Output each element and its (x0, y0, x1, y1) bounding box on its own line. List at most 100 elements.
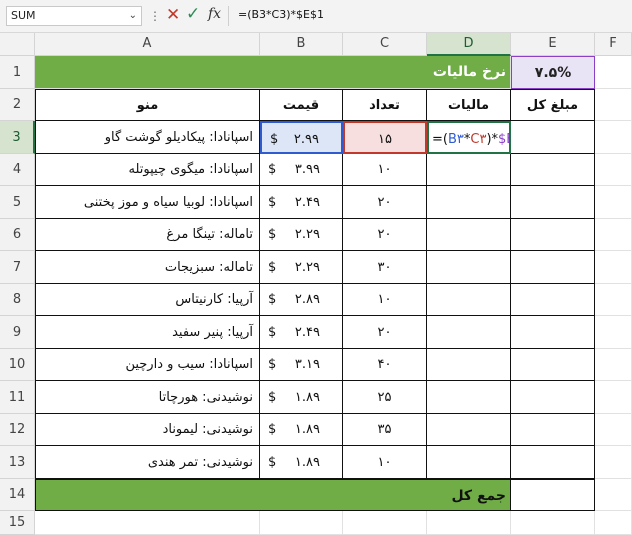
cell-f[interactable] (595, 154, 632, 186)
tax-cell[interactable] (427, 316, 511, 349)
price-cell[interactable]: $۳.۱۹ (260, 349, 343, 381)
total-cell[interactable] (511, 316, 595, 349)
row-header-2[interactable]: 2 (0, 89, 35, 121)
item-name-cell[interactable]: آرپیا: کارنیتاس (35, 284, 260, 316)
item-name-cell[interactable]: آرپیا: پنیر سفید (35, 316, 260, 349)
item-name-cell[interactable]: اسپانادا: پیکادیلو گوشت گاو (35, 121, 260, 154)
item-name-cell[interactable]: نوشیدنی: هورچاتا (35, 381, 260, 414)
cell-f2[interactable] (595, 89, 632, 121)
name-box[interactable]: SUM ⌄ (6, 6, 142, 26)
total-cell[interactable] (511, 121, 595, 154)
row-header-8[interactable]: 8 (0, 284, 35, 316)
item-name-cell[interactable]: تاماله: سبزیجات (35, 251, 260, 284)
price-cell[interactable]: $۲.۴۹ (260, 186, 343, 219)
column-header-c[interactable]: C (343, 33, 427, 56)
cell-f[interactable] (595, 349, 632, 381)
row-header-1[interactable]: 1 (0, 56, 35, 89)
qty-cell[interactable]: ۲۵ (343, 381, 427, 414)
grand-total-label[interactable]: جمع کل (35, 479, 511, 511)
row-header-4[interactable]: 4 (0, 154, 35, 186)
cell-f14[interactable] (595, 479, 632, 511)
cell-f[interactable] (595, 284, 632, 316)
grand-total-cell[interactable] (511, 479, 595, 511)
cell-f15[interactable] (595, 511, 632, 535)
row-header-9[interactable]: 9 (0, 316, 35, 349)
item-name-cell[interactable]: نوشیدنی: لیموناد (35, 414, 260, 446)
item-name-cell[interactable]: نوشیدنی: تمر هندی (35, 446, 260, 479)
tax-cell[interactable] (427, 186, 511, 219)
more-options-icon[interactable]: ⋮ (149, 9, 161, 23)
row-header-12[interactable]: 12 (0, 414, 35, 446)
qty-cell[interactable]: ۳۰ (343, 251, 427, 284)
item-name-cell[interactable]: اسپانادا: میگوی چیپوتله (35, 154, 260, 186)
cell-f[interactable] (595, 219, 632, 251)
header-total[interactable]: مبلغ کل (511, 89, 595, 121)
qty-cell[interactable]: ۲۰ (343, 186, 427, 219)
qty-cell-c3[interactable]: ۱۵ (343, 121, 427, 154)
tax-rate-label[interactable]: نرخ مالیات (35, 56, 511, 89)
tax-cell[interactable] (427, 219, 511, 251)
tax-rate-cell[interactable]: ۷.۵% (511, 56, 595, 89)
qty-cell[interactable]: ۲۰ (343, 219, 427, 251)
qty-cell[interactable]: ۱۰ (343, 284, 427, 316)
tax-cell[interactable] (427, 284, 511, 316)
cell-f[interactable] (595, 186, 632, 219)
price-cell[interactable]: $۲.۲۹ (260, 219, 343, 251)
price-cell[interactable]: $۳.۹۹ (260, 154, 343, 186)
qty-cell[interactable]: ۴۰ (343, 349, 427, 381)
header-tax[interactable]: مالیات (427, 89, 511, 121)
cell-f1[interactable] (595, 56, 632, 89)
cell-f[interactable] (595, 381, 632, 414)
price-cell[interactable]: $۱.۸۹ (260, 414, 343, 446)
price-cell[interactable]: $۱.۸۹ (260, 381, 343, 414)
price-cell-b3[interactable]: $ ۲.۹۹ (260, 121, 343, 154)
total-cell[interactable] (511, 284, 595, 316)
chevron-down-icon[interactable]: ⌄ (129, 7, 137, 25)
column-header-f[interactable]: F (595, 33, 632, 56)
row-header-7[interactable]: 7 (0, 251, 35, 284)
cell-d15[interactable] (427, 511, 511, 535)
select-all-corner[interactable] (0, 33, 35, 56)
column-header-d[interactable]: D (427, 33, 511, 56)
cell-a15[interactable] (35, 511, 260, 535)
cell-f3[interactable] (595, 121, 632, 154)
price-cell[interactable]: $۱.۸۹ (260, 446, 343, 479)
insert-function-icon[interactable]: fx (208, 6, 221, 22)
cell-c15[interactable] (343, 511, 427, 535)
cancel-icon[interactable]: ✕ (166, 5, 180, 25)
enter-icon[interactable]: ✓ (186, 4, 200, 24)
row-header-15[interactable]: 15 (0, 511, 35, 535)
cell-f[interactable] (595, 414, 632, 446)
cell-f[interactable] (595, 251, 632, 284)
cell-f[interactable] (595, 316, 632, 349)
total-cell[interactable] (511, 251, 595, 284)
tax-cell[interactable] (427, 414, 511, 446)
total-cell[interactable] (511, 446, 595, 479)
column-header-b[interactable]: B (260, 33, 343, 56)
cell-b15[interactable] (260, 511, 343, 535)
qty-cell[interactable]: ۱۰ (343, 446, 427, 479)
header-price[interactable]: قیمت (260, 89, 343, 121)
total-cell[interactable] (511, 349, 595, 381)
tax-cell[interactable] (427, 446, 511, 479)
tax-cell[interactable] (427, 251, 511, 284)
total-cell[interactable] (511, 219, 595, 251)
total-cell[interactable] (511, 414, 595, 446)
price-cell[interactable]: $۲.۴۹ (260, 316, 343, 349)
header-qty[interactable]: تعداد (343, 89, 427, 121)
cell-e15[interactable] (511, 511, 595, 535)
price-cell[interactable]: $۲.۲۹ (260, 251, 343, 284)
qty-cell[interactable]: ۱۰ (343, 154, 427, 186)
row-header-10[interactable]: 10 (0, 349, 35, 381)
cell-f[interactable] (595, 446, 632, 479)
total-cell[interactable] (511, 154, 595, 186)
qty-cell[interactable]: ۳۵ (343, 414, 427, 446)
column-header-e[interactable]: E (511, 33, 595, 56)
tax-cell[interactable] (427, 381, 511, 414)
item-name-cell[interactable]: اسپانادا: لوبیا سیاه و موز پختنی (35, 186, 260, 219)
item-name-cell[interactable]: تاماله: تینگا مرغ (35, 219, 260, 251)
tax-cell[interactable] (427, 349, 511, 381)
item-name-cell[interactable]: اسپانادا: سیب و دارچین (35, 349, 260, 381)
row-header-3[interactable]: 3 (0, 121, 35, 154)
header-menu[interactable]: منو (35, 89, 260, 121)
